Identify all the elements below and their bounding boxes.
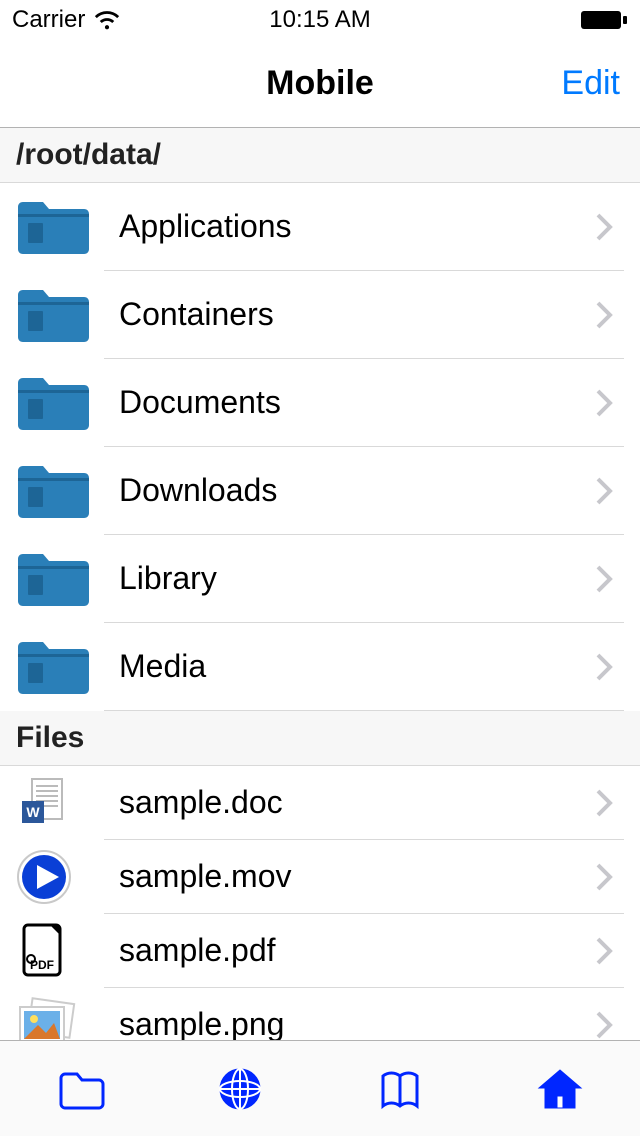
svg-text:PDF: PDF bbox=[30, 958, 54, 972]
nav-bar: Mobile Edit bbox=[0, 40, 640, 128]
folder-name: Library bbox=[104, 535, 584, 623]
tab-bookmarks[interactable] bbox=[320, 1041, 480, 1136]
folder-name: Media bbox=[104, 623, 584, 711]
folder-row-documents[interactable]: Documents bbox=[0, 359, 640, 447]
file-name: sample.mov bbox=[104, 840, 584, 914]
image-file-icon bbox=[14, 997, 104, 1040]
file-row-png[interactable]: sample.png bbox=[0, 988, 640, 1040]
folder-row-containers[interactable]: Containers bbox=[0, 271, 640, 359]
tab-files[interactable] bbox=[0, 1041, 160, 1136]
folder-icon bbox=[14, 461, 104, 521]
svg-text:W: W bbox=[26, 804, 40, 820]
edit-button[interactable]: Edit bbox=[561, 40, 620, 127]
folder-name: Downloads bbox=[104, 447, 584, 535]
chevron-right-icon bbox=[584, 914, 624, 988]
chevron-right-icon bbox=[584, 840, 624, 914]
chevron-right-icon bbox=[584, 766, 624, 840]
wifi-icon bbox=[93, 6, 121, 34]
folder-name: Applications bbox=[104, 183, 584, 271]
chevron-right-icon bbox=[584, 447, 624, 535]
folder-row-library[interactable]: Library bbox=[0, 535, 640, 623]
folder-name: Documents bbox=[104, 359, 584, 447]
folder-icon bbox=[14, 637, 104, 697]
breadcrumb: /root/data/ bbox=[0, 128, 640, 183]
file-name: sample.pdf bbox=[104, 914, 584, 988]
file-name: sample.doc bbox=[104, 766, 584, 840]
tab-bar bbox=[0, 1040, 640, 1136]
word-file-icon: W bbox=[14, 773, 104, 833]
chevron-right-icon bbox=[584, 359, 624, 447]
chevron-right-icon bbox=[584, 183, 624, 271]
folder-icon bbox=[14, 549, 104, 609]
carrier-label: Carrier bbox=[12, 6, 85, 34]
folder-icon bbox=[14, 285, 104, 345]
folder-name: Containers bbox=[104, 271, 584, 359]
page-title: Mobile bbox=[266, 64, 374, 103]
chevron-right-icon bbox=[584, 271, 624, 359]
folder-icon bbox=[14, 197, 104, 257]
file-row-mov[interactable]: sample.mov bbox=[0, 840, 640, 914]
tab-browser[interactable] bbox=[160, 1041, 320, 1136]
folder-row-media[interactable]: Media bbox=[0, 623, 640, 711]
video-file-icon bbox=[14, 847, 104, 907]
folder-icon bbox=[14, 373, 104, 433]
folder-row-downloads[interactable]: Downloads bbox=[0, 447, 640, 535]
pdf-file-icon: PDF bbox=[14, 921, 104, 981]
file-row-pdf[interactable]: PDF sample.pdf bbox=[0, 914, 640, 988]
folder-row-applications[interactable]: Applications bbox=[0, 183, 640, 271]
tab-home[interactable] bbox=[480, 1041, 640, 1136]
chevron-right-icon bbox=[584, 988, 624, 1040]
chevron-right-icon bbox=[584, 623, 624, 711]
files-header: Files bbox=[0, 711, 640, 766]
chevron-right-icon bbox=[584, 535, 624, 623]
status-bar: Carrier 10:15 AM bbox=[0, 0, 640, 40]
battery-icon bbox=[580, 10, 628, 30]
file-row-doc[interactable]: W sample.doc bbox=[0, 766, 640, 840]
file-name: sample.png bbox=[104, 988, 584, 1040]
